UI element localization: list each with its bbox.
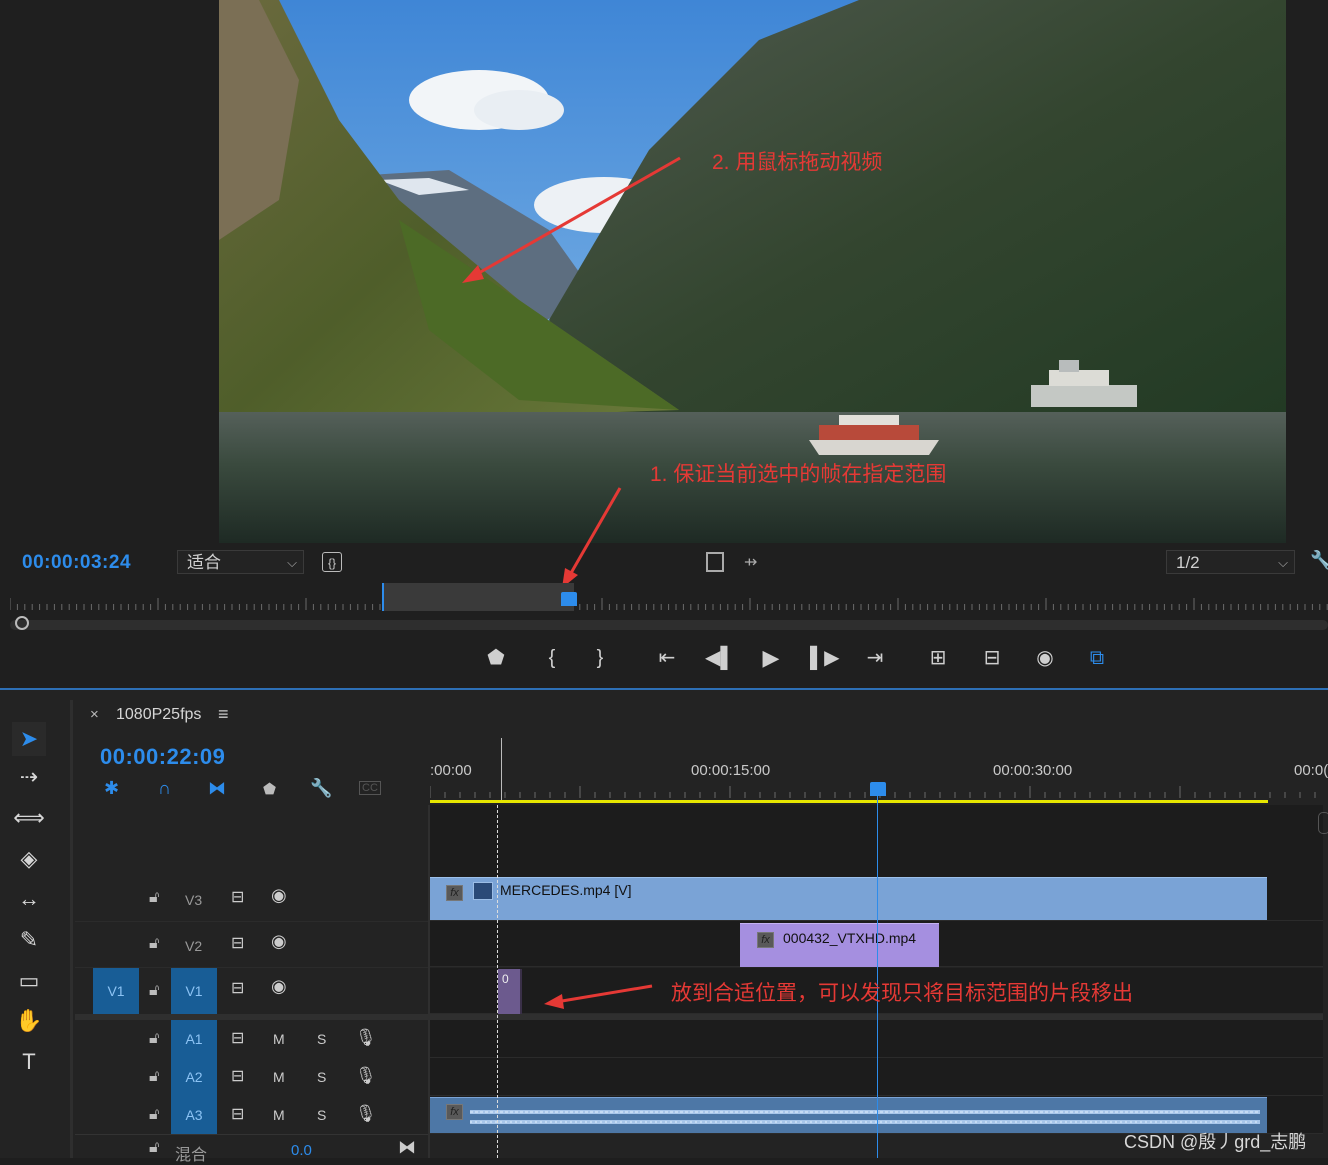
vertical-scrollbar[interactable] xyxy=(1318,812,1328,834)
watermark: CSDN @殷丿grd_志鹏 xyxy=(1124,1132,1307,1152)
annotation-result: 放到合适位置，可以发现只将目标范围的片段移出 xyxy=(671,982,1133,1005)
